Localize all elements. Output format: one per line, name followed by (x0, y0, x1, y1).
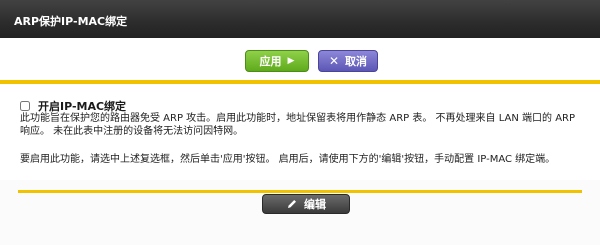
ip-mac-binding-section: 开启IP-MAC绑定 此功能旨在保护您的路由器免受 ARP 攻击。启用此功能时，… (0, 84, 600, 180)
apply-label: 应用 (259, 55, 282, 68)
toolbar: 应用 ▶ ✕ 取消 (0, 38, 600, 80)
cancel-label: 取消 (345, 55, 368, 68)
title-bar: ARP保护IP-MAC绑定 (0, 0, 600, 39)
apply-button[interactable]: 应用 ▶ (245, 50, 309, 72)
arrow-right-icon: ▶ (287, 55, 295, 66)
pencil-icon (288, 200, 296, 208)
page-title: ARP保护IP-MAC绑定 (14, 15, 128, 28)
feature-description: 此功能旨在保护您的路由器免受 ARP 攻击。启用此功能时，地址保留表将用作静态 … (20, 113, 576, 137)
cancel-button[interactable]: ✕ 取消 (318, 50, 378, 72)
edit-area: 编辑 (0, 180, 600, 245)
edit-label: 编辑 (304, 198, 326, 211)
edit-divider (18, 190, 582, 193)
usage-note: 要启用此功能，请选中上述复选框，然后单击'应用'按钮。 启用后，请使用下方的'编… (20, 154, 556, 165)
close-icon: ✕ (328, 54, 340, 68)
enable-binding-checkbox[interactable] (20, 101, 30, 111)
edit-button[interactable]: 编辑 (262, 194, 350, 214)
